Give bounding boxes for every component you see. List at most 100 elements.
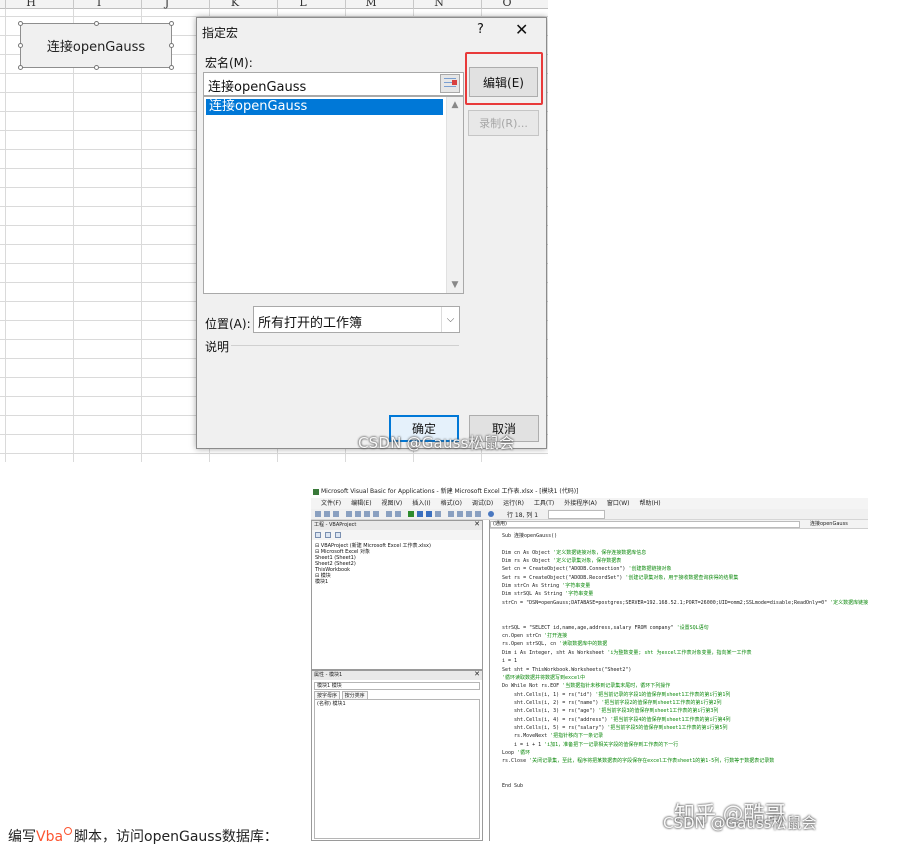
object-combo[interactable] bbox=[490, 521, 800, 528]
resize-handle[interactable] bbox=[169, 43, 174, 48]
resize-handle[interactable] bbox=[94, 65, 99, 70]
code-line[interactable]: Sub 连接openGauss() bbox=[502, 532, 868, 540]
menu-item[interactable]: 调试(D) bbox=[472, 500, 493, 507]
help-icon[interactable] bbox=[488, 511, 494, 517]
code-line[interactable] bbox=[502, 607, 868, 615]
code-line[interactable] bbox=[502, 615, 868, 623]
project-tree[interactable]: ⊟ VBAProject (新建 Microsoft Excel 工作表.xls… bbox=[315, 543, 431, 585]
scroll-down-icon[interactable]: ▼ bbox=[447, 277, 463, 293]
menu-item[interactable]: 插入(I) bbox=[412, 500, 430, 507]
copy-icon[interactable] bbox=[355, 511, 361, 517]
menu-item[interactable]: 工具(T) bbox=[534, 500, 554, 507]
run-icon[interactable] bbox=[408, 511, 414, 517]
toolbar-combo[interactable] bbox=[548, 510, 605, 519]
menu-item[interactable]: 编辑(E) bbox=[351, 500, 371, 507]
resize-handle[interactable] bbox=[18, 43, 23, 48]
procedure-combo[interactable]: 连接openGauss bbox=[810, 520, 848, 529]
resize-handle[interactable] bbox=[169, 65, 174, 70]
code-line[interactable]: Loop '循环 bbox=[502, 749, 868, 757]
macro-list[interactable]: 连接openGauss ▲ ▼ bbox=[203, 96, 464, 294]
code-line[interactable]: sht.Cells(i, 4) = rs("address") '把当前字段4的… bbox=[502, 716, 868, 724]
column-header-cell[interactable]: N bbox=[405, 0, 473, 9]
macro-name-input[interactable]: 连接openGauss bbox=[203, 72, 464, 96]
code-line[interactable]: sht.Cells(i, 1) = rs("id") '把当前记录的字段1的值保… bbox=[502, 691, 868, 699]
code-line[interactable]: Dim cn As Object '定义数据链接对象，保存连接数据库信息 bbox=[502, 549, 868, 557]
cut-icon[interactable] bbox=[346, 511, 352, 517]
insert-icon[interactable] bbox=[324, 511, 330, 517]
props-list[interactable]: (名称) 模块1 bbox=[314, 699, 480, 839]
column-header-cell[interactable]: J bbox=[133, 0, 201, 9]
chevron-down-icon[interactable]: ⌵ bbox=[441, 307, 459, 332]
view-code-icon[interactable] bbox=[315, 532, 321, 538]
edit-button[interactable]: 编辑(E) bbox=[469, 67, 538, 97]
menu-item[interactable]: 文件(F) bbox=[321, 500, 341, 507]
save-icon[interactable] bbox=[333, 511, 339, 517]
column-header-cell[interactable]: K bbox=[201, 0, 269, 9]
code-line[interactable]: sht.Cells(i, 5) = rs("salary") '把当前字段5的值… bbox=[502, 724, 868, 732]
code-line[interactable] bbox=[502, 766, 868, 774]
code-line[interactable]: Set sht = ThisWorkbook.Worksheets("Sheet… bbox=[502, 666, 868, 674]
column-header-cell[interactable]: M bbox=[337, 0, 405, 9]
object-browser-icon[interactable] bbox=[466, 511, 472, 517]
list-scrollbar[interactable]: ▲ ▼ bbox=[446, 97, 463, 293]
properties-icon[interactable] bbox=[457, 511, 463, 517]
design-mode-icon[interactable] bbox=[435, 511, 441, 517]
code-line[interactable]: cn.Open strCn '打开连接 bbox=[502, 632, 868, 640]
code-line[interactable]: Dim strCn As String '字符串变量 bbox=[502, 582, 868, 590]
code-line[interactable]: Dim i As Integer, sht As Worksheet 'i为整数… bbox=[502, 649, 868, 657]
tree-node[interactable]: 模块1 bbox=[315, 579, 431, 585]
code-line[interactable]: strCn = "DSN=openGauss;DATABASE=postgres… bbox=[502, 599, 868, 607]
location-select[interactable]: 所有打开的工作簿 ⌵ bbox=[253, 306, 460, 333]
code-line[interactable]: sht.Cells(i, 2) = rs("name") '把当前字段2的值保存… bbox=[502, 699, 868, 707]
toggle-folders-icon[interactable] bbox=[335, 532, 341, 538]
code-line[interactable]: strSQL = "SELECT id,name,age,address,sal… bbox=[502, 624, 868, 632]
code-line[interactable]: Set rs = CreateObject("ADODB.RecordSet")… bbox=[502, 574, 868, 582]
paste-icon[interactable] bbox=[364, 511, 370, 517]
menu-item[interactable]: 运行(R) bbox=[503, 500, 524, 507]
menu-item[interactable]: 视图(V) bbox=[381, 500, 402, 507]
close-icon[interactable]: ✕ bbox=[474, 520, 480, 528]
menu-item[interactable]: 外接程序(A) bbox=[564, 500, 597, 507]
props-object-combo[interactable]: 模块1 模块 bbox=[314, 682, 480, 690]
code-line[interactable]: Set cn = CreateObject("ADODB.Connection"… bbox=[502, 565, 868, 573]
menu-item[interactable]: 窗口(W) bbox=[607, 500, 630, 507]
resize-handle[interactable] bbox=[18, 65, 23, 70]
code-line[interactable]: '循环读取数据并将数据写到excel中 bbox=[502, 674, 868, 682]
range-select-button[interactable] bbox=[440, 74, 460, 93]
macro-list-item[interactable]: 连接openGauss bbox=[206, 99, 443, 115]
record-button[interactable]: 录制(R)... bbox=[468, 110, 539, 136]
code-line[interactable]: End Sub bbox=[502, 782, 868, 790]
menu-item[interactable]: 格式(O) bbox=[441, 500, 462, 507]
code-line[interactable]: i = i + 1 'i加1，准备把下一记录相关字段的值保存到工作表的下一行 bbox=[502, 741, 868, 749]
code-line[interactable]: Do While Not rs.EOF '当数据指针未移到记录集末尾时，循环下列… bbox=[502, 682, 868, 690]
help-icon[interactable]: ? bbox=[477, 22, 484, 37]
code-line[interactable]: rs.Open strSQL, cn '读取数据库中的数据 bbox=[502, 640, 868, 648]
code-line[interactable]: sht.Cells(i, 3) = rs("age") '把当前字段3的值保存到… bbox=[502, 707, 868, 715]
find-icon[interactable] bbox=[373, 511, 379, 517]
props-row[interactable]: (名称) 模块1 bbox=[317, 701, 346, 707]
toolbox-icon[interactable] bbox=[475, 511, 481, 517]
pause-icon[interactable] bbox=[417, 511, 423, 517]
menu-item[interactable]: 帮助(H) bbox=[639, 500, 660, 507]
code-line[interactable] bbox=[502, 540, 868, 548]
tab-alphabetic[interactable]: 按字母序 bbox=[314, 691, 341, 699]
sheet-macro-button[interactable]: 连接openGauss bbox=[18, 21, 174, 70]
redo-icon[interactable] bbox=[395, 511, 401, 517]
resize-handle[interactable] bbox=[94, 21, 99, 26]
keyword-link[interactable]: Vba bbox=[36, 829, 63, 845]
excel-view-icon[interactable] bbox=[315, 511, 321, 517]
stop-icon[interactable] bbox=[426, 511, 432, 517]
close-icon[interactable]: ✕ bbox=[515, 20, 528, 39]
column-header-cell[interactable]: L bbox=[269, 0, 337, 9]
resize-handle[interactable] bbox=[18, 21, 23, 26]
column-header-cell[interactable]: O bbox=[473, 0, 541, 9]
tab-categorized[interactable]: 按分类序 bbox=[341, 691, 368, 699]
code-line[interactable]: i = 1 bbox=[502, 657, 868, 665]
resize-handle[interactable] bbox=[169, 21, 174, 26]
code-line[interactable]: Dim rs As Object '定义记录集对象，保存数据表 bbox=[502, 557, 868, 565]
code-editor[interactable]: Sub 连接openGauss() Dim cn As Object '定义数据链… bbox=[502, 532, 868, 791]
scroll-up-icon[interactable]: ▲ bbox=[447, 97, 463, 113]
close-icon[interactable]: ✕ bbox=[474, 670, 480, 678]
undo-icon[interactable] bbox=[386, 511, 392, 517]
view-object-icon[interactable] bbox=[325, 532, 331, 538]
